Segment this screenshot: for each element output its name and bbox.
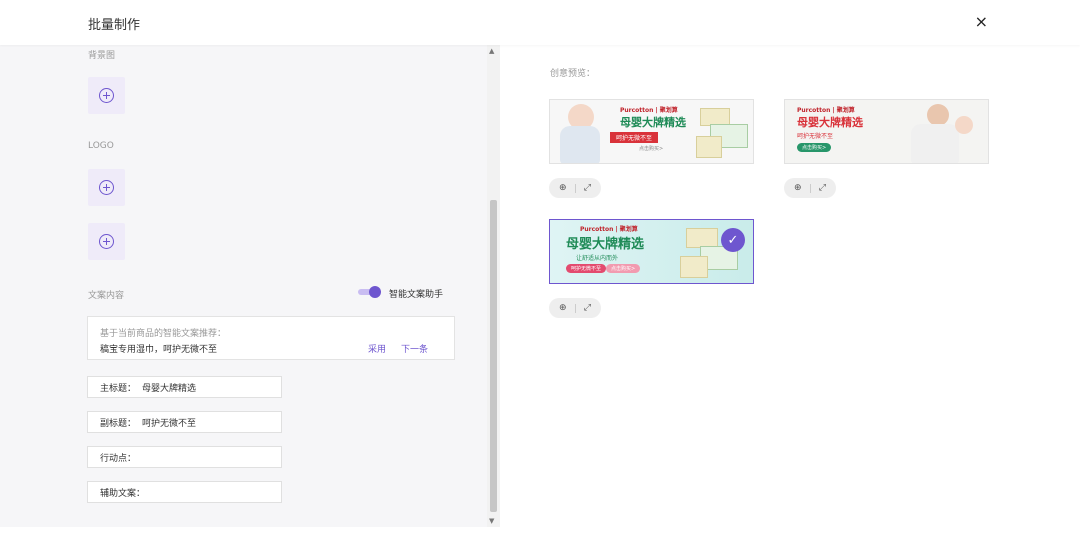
suggestion-text: 稿宝专用湿巾，呵护无微不至 <box>100 345 218 355</box>
add-background-button[interactable] <box>88 77 125 114</box>
preview-tools-3: ⊕ ⤢ <box>549 298 601 318</box>
banner-brand: Purcotton | 聚划算 <box>797 107 855 114</box>
divider <box>574 303 576 313</box>
baby-photo <box>560 126 600 163</box>
scroll-down-icon[interactable]: ▼ <box>489 517 494 525</box>
expand-icon[interactable]: ⤢ <box>584 303 591 313</box>
banner-subtitle: 让舒适从内而外 <box>576 255 619 262</box>
call-to-action-field[interactable]: 行动点： <box>87 446 282 468</box>
banner-cta: 点击购买> <box>797 143 832 152</box>
plus-circle-icon <box>99 180 114 195</box>
banner-cta: 点击购买> <box>639 146 664 152</box>
banner-tag: 呵护无微不至 <box>566 264 607 273</box>
expand-icon[interactable]: ⤢ <box>584 183 591 193</box>
close-icon[interactable]: × <box>975 12 988 32</box>
field-label: 副标题： <box>100 418 137 429</box>
dialog-title: 批量制作 <box>88 18 141 33</box>
field-value: 母婴大牌精选 <box>142 383 197 394</box>
mother-photo <box>911 124 959 163</box>
assistant-toggle[interactable] <box>358 286 382 298</box>
auxiliary-copy-field[interactable]: 辅助文案： <box>87 481 282 503</box>
left-panel-scrollbar[interactable]: ▲ ▼ <box>487 45 500 527</box>
scrollbar-thumb[interactable] <box>490 200 497 512</box>
banner-brand: Purcotton | 聚划算 <box>620 107 678 114</box>
apply-suggestion-link[interactable]: 采用 <box>368 342 386 355</box>
banner-brand: Purcotton | 聚划算 <box>580 226 638 233</box>
banner-title: 母婴大牌精选 <box>566 237 645 252</box>
logo-label: LOGO <box>88 141 114 151</box>
field-label: 主标题： <box>100 383 137 394</box>
next-suggestion-link[interactable]: 下一条 <box>401 342 428 355</box>
creative-preview-3[interactable]: Purcotton | 聚划算 母婴大牌精选 让舒适从内而外 呵护无微不至 点击… <box>549 219 754 284</box>
banner-subtitle: 呵护无微不至 <box>610 132 659 143</box>
zoom-in-icon[interactable]: ⊕ <box>559 183 567 193</box>
add-logo-button-2[interactable] <box>88 223 125 260</box>
preview-tools-2: ⊕ ⤢ <box>784 178 836 198</box>
preview-label: 创意预览： <box>550 69 596 79</box>
banner-title: 母婴大牌精选 <box>620 116 686 129</box>
zoom-in-icon[interactable]: ⊕ <box>559 303 567 313</box>
product-image <box>696 136 722 158</box>
preview-tools-1: ⊕ ⤢ <box>549 178 601 198</box>
plus-circle-icon <box>99 88 114 103</box>
field-label: 行动点： <box>100 453 137 464</box>
banner-cta: 点击购买> <box>606 264 641 273</box>
selected-check-icon: ✓ <box>721 228 745 252</box>
creative-preview-2[interactable]: Purcotton | 聚划算 母婴大牌精选 呵护无微不至 点击购买> <box>784 99 989 164</box>
expand-icon[interactable]: ⤢ <box>819 183 826 193</box>
toggle-knob <box>369 286 381 298</box>
field-value: 呵护无微不至 <box>142 418 197 429</box>
child-photo <box>955 116 973 134</box>
main-title-field[interactable]: 主标题： 母婴大牌精选 <box>87 376 282 398</box>
mother-photo <box>927 104 949 126</box>
product-image <box>686 228 718 248</box>
add-logo-button[interactable] <box>88 169 125 206</box>
dialog-header: 批量制作 × <box>0 0 1080 45</box>
creative-preview-1[interactable]: Purcotton | 聚划算 母婴大牌精选 呵护无微不至 点击购买> <box>549 99 754 164</box>
suggestion-hint: 基于当前商品的智能文案推荐： <box>100 329 227 339</box>
plus-circle-icon <box>99 234 114 249</box>
field-label: 辅助文案： <box>100 488 146 499</box>
background-image-label: 背景图 <box>88 51 116 61</box>
banner-subtitle: 呵护无微不至 <box>797 133 834 140</box>
scroll-up-icon[interactable]: ▲ <box>489 47 494 55</box>
zoom-in-icon[interactable]: ⊕ <box>794 183 802 193</box>
assistant-toggle-label: 智能文案助手 <box>389 290 444 300</box>
banner-title: 母婴大牌精选 <box>797 116 863 129</box>
product-image <box>680 256 708 278</box>
divider <box>809 183 811 193</box>
divider <box>574 183 576 193</box>
subtitle-field[interactable]: 副标题： 呵护无微不至 <box>87 411 282 433</box>
copy-content-label: 文案内容 <box>88 291 125 301</box>
copy-suggestion-box: 基于当前商品的智能文案推荐： 稿宝专用湿巾，呵护无微不至 采用 下一条 <box>87 316 455 360</box>
